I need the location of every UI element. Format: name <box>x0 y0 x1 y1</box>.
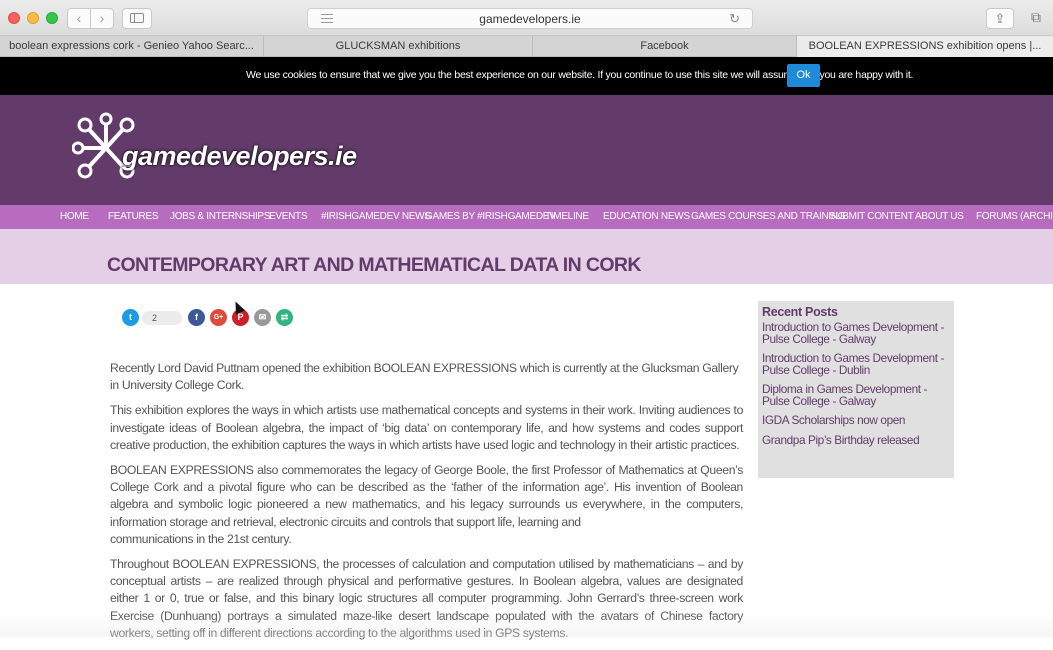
article-paragraph: This exhibition explores the ways in whi… <box>110 403 743 452</box>
recent-posts-title: Recent Posts <box>762 305 838 319</box>
menu-item-jobs[interactable]: JOBS & INTERNSHIPS <box>170 211 270 222</box>
twitter-icon[interactable]: t <box>122 309 139 326</box>
recent-post-link[interactable]: Diploma in Games Development - Pulse Col… <box>762 383 950 407</box>
reload-icon[interactable]: ↻ <box>729 11 740 27</box>
chevron-left-icon: ‹ <box>76 10 82 26</box>
menu-item-games-courses[interactable]: GAMES COURSES AND TRAINING <box>691 211 846 222</box>
menu-item-education-news[interactable]: EDUCATION NEWS <box>603 211 690 222</box>
main-menu: HOME FEATURES JOBS & INTERNSHIPS EVENTS … <box>0 205 1053 229</box>
page-title: CONTEMPORARY ART AND MATHEMATICAL DATA I… <box>107 254 642 276</box>
tab-facebook[interactable]: Facebook <box>533 36 797 57</box>
google-plus-icon[interactable]: G+ <box>210 309 227 326</box>
recent-post-link[interactable]: Introduction to Games Development - Puls… <box>762 352 950 376</box>
sidebar-icon <box>130 13 144 23</box>
address-bar[interactable]: gamedevelopers.ie ↻ <box>307 8 753 29</box>
recent-post-link[interactable]: Introduction to Games Development - Puls… <box>762 321 950 345</box>
title-band: CONTEMPORARY ART AND MATHEMATICAL DATA I… <box>0 229 1053 284</box>
show-tabs-button[interactable]: ⧉ <box>1022 8 1050 29</box>
article-paragraph: Recently Lord David Puttnam opened the e… <box>110 361 739 393</box>
menu-item-games-by-irishgamedev[interactable]: GAMES BY #IRISHGAMEDEV <box>425 211 556 222</box>
url-text: gamedevelopers.ie <box>479 12 581 26</box>
site-header: gamedevelopers.ie <box>0 95 1053 205</box>
menu-item-irishgamedev-news[interactable]: #IRISHGAMEDEV NEWS <box>321 211 431 222</box>
browser-toolbar: ‹ › gamedevelopers.ie ↻ ⇪ ⧉ <box>0 0 1053 36</box>
menu-item-submit-content[interactable]: SUBMIT CONTENT <box>829 211 914 222</box>
forward-button[interactable]: › <box>90 8 114 29</box>
back-button[interactable]: ‹ <box>67 8 91 29</box>
menu-item-events[interactable]: EVENTS <box>269 211 308 222</box>
more-share-icon[interactable]: ⇄ <box>276 309 293 326</box>
tab-genieo-search[interactable]: boolean expressions cork - Genieo Yahoo … <box>0 36 264 57</box>
recent-post-link[interactable]: Grandpa Pip’s Birthday released <box>762 434 950 447</box>
article-paragraph: communications in the 21st century. <box>110 531 292 546</box>
menu-item-timeline[interactable]: TIMELINE <box>545 211 589 222</box>
article-paragraph: BOOLEAN EXPRESSIONS also commemorates th… <box>110 463 743 529</box>
facebook-icon[interactable]: f <box>188 309 205 326</box>
email-icon[interactable]: ✉ <box>254 309 271 326</box>
tab-boolean-expressions[interactable]: BOOLEAN EXPRESSIONS exhibition opens |..… <box>797 36 1053 57</box>
tab-bar: boolean expressions cork - Genieo Yahoo … <box>0 36 1053 57</box>
tab-glucksman[interactable]: GLUCKSMAN exhibitions <box>264 36 533 57</box>
menu-item-features[interactable]: FEATURES <box>108 211 159 222</box>
share-button[interactable]: ⇪ <box>986 8 1014 29</box>
scroll-fade <box>0 612 1053 637</box>
cookie-notice: We use cookies to ensure that we give yo… <box>0 57 1053 95</box>
recent-post-link[interactable]: IGDA Scholarships now open <box>762 414 950 427</box>
cookie-ok-button[interactable]: Ok <box>787 64 820 87</box>
minimize-window-button[interactable] <box>27 12 39 24</box>
share-icon: ⇪ <box>994 11 1006 26</box>
menu-item-about-us[interactable]: ABOUT US <box>915 211 964 222</box>
site-logo-text[interactable]: gamedevelopers.ie <box>122 141 357 172</box>
close-window-button[interactable] <box>8 12 20 24</box>
chevron-right-icon: › <box>99 10 105 26</box>
zoom-window-button[interactable] <box>46 12 58 24</box>
recent-posts-widget: Recent Posts Introduction to Games Devel… <box>758 301 954 478</box>
tabs-icon: ⧉ <box>1031 9 1041 25</box>
menu-item-forums[interactable]: FORUMS (ARCHIVE) <box>976 211 1053 222</box>
menu-item-home[interactable]: HOME <box>60 211 89 222</box>
sidebar-toggle-button[interactable] <box>122 8 152 29</box>
share-count: 2 <box>142 311 182 325</box>
article-body: Recently Lord David Puttnam opened the e… <box>110 360 743 650</box>
